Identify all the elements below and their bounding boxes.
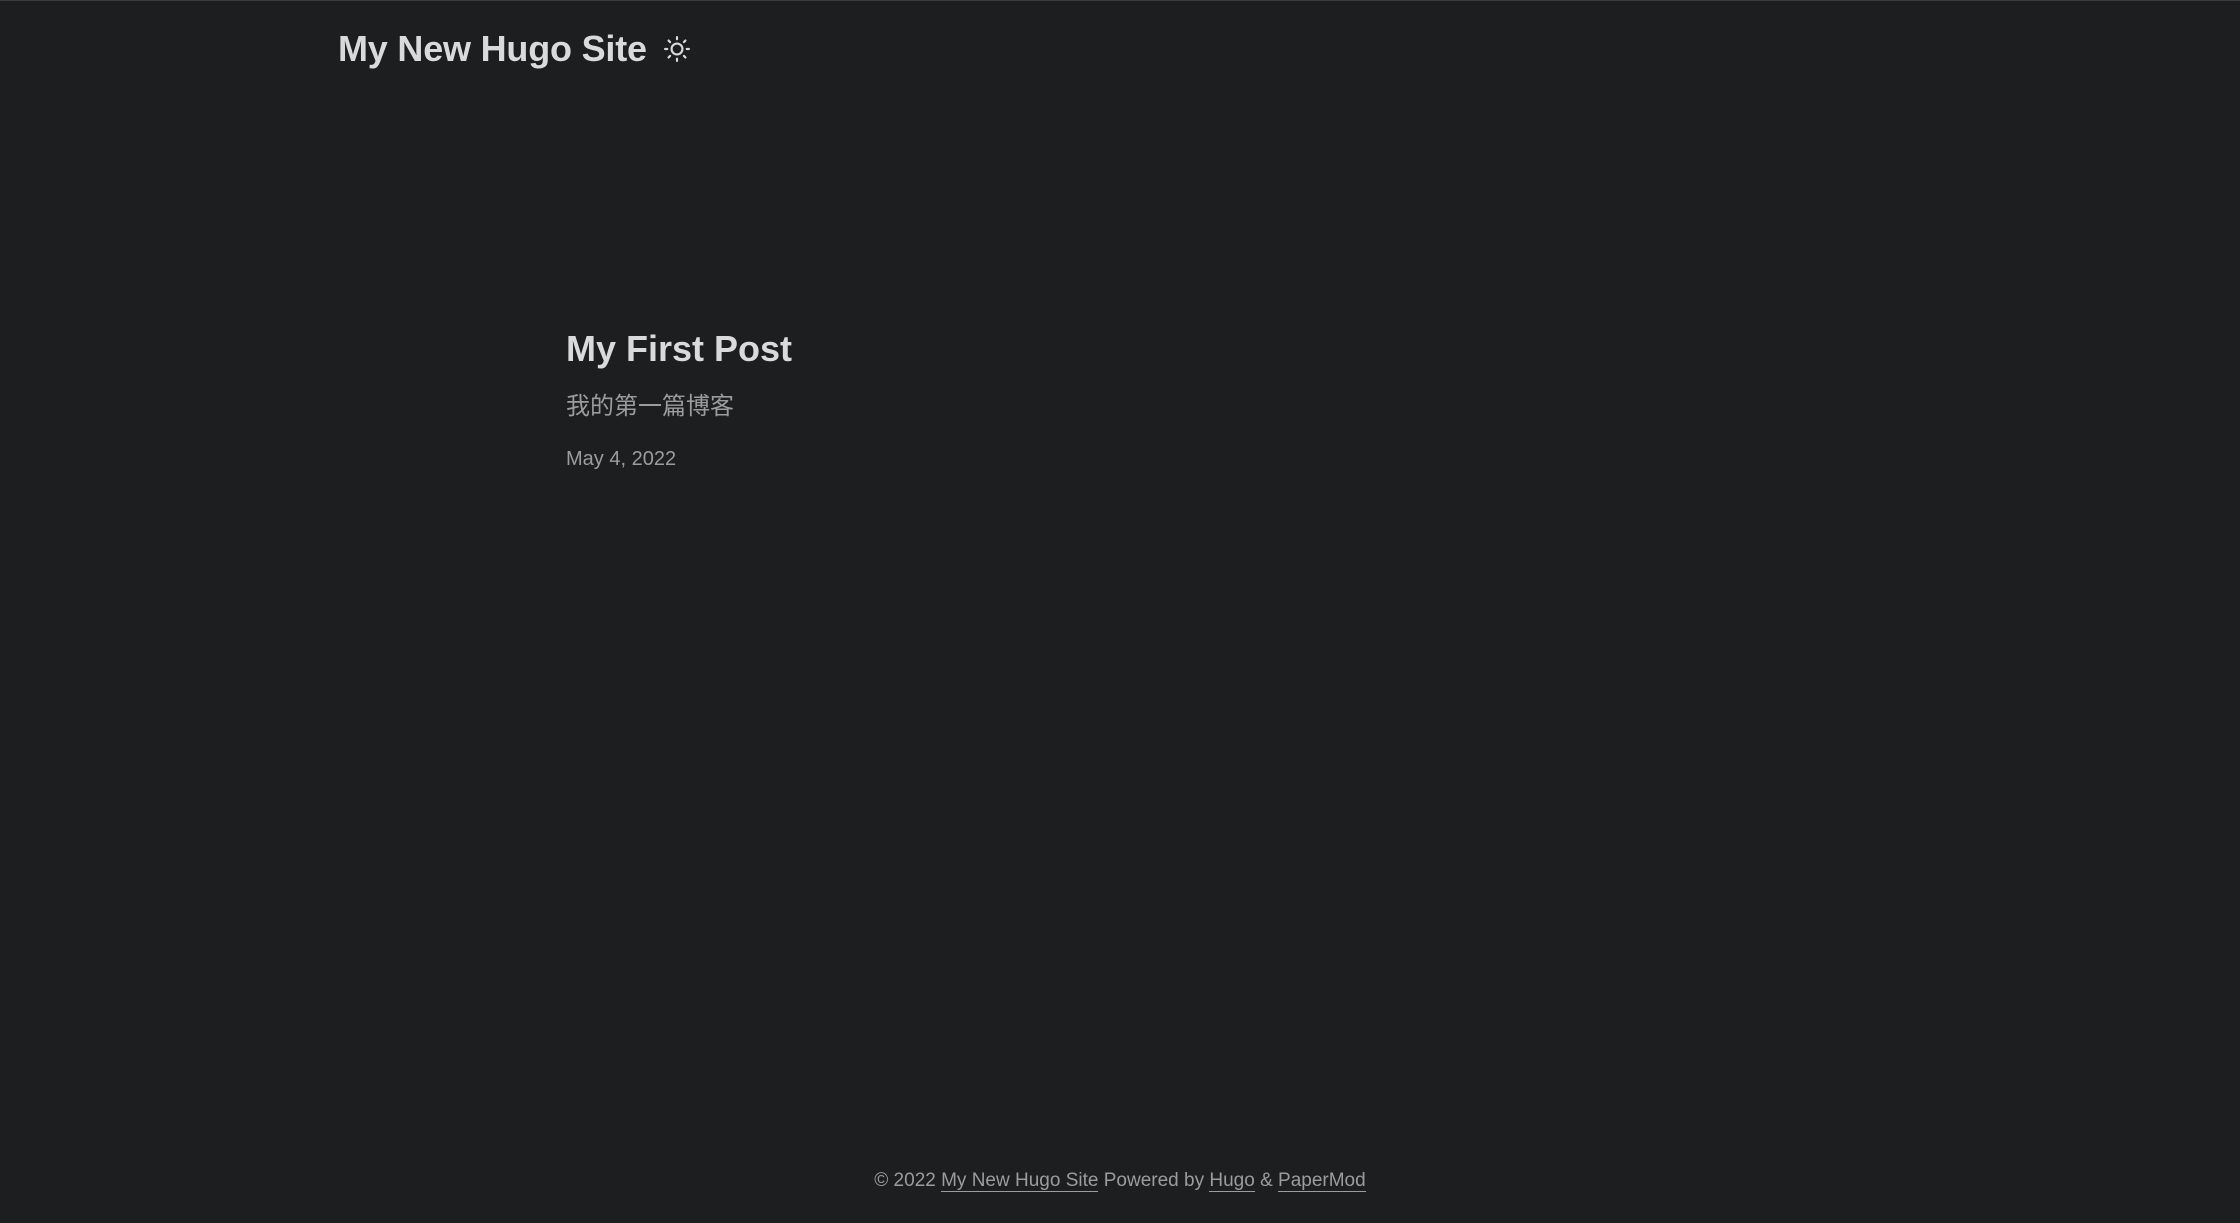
post-date: May 4, 2022 bbox=[566, 448, 677, 470]
post-summary: 我的第一篇博客 bbox=[566, 392, 734, 420]
theme-toggle-button[interactable] bbox=[661, 33, 693, 65]
footer-ampersand: & bbox=[1260, 1170, 1273, 1191]
sun-icon bbox=[663, 36, 690, 62]
site-footer: © 2022 My New Hugo Site Powered by Hugo … bbox=[0, 1167, 2240, 1195]
post-title[interactable]: My First Post bbox=[566, 323, 1366, 375]
page: My New Hugo Site My First Post 我的第一篇博客 M… bbox=[0, 0, 2240, 1223]
footer-copyright: © 2022 bbox=[874, 1170, 936, 1191]
footer-powered-by: Powered by bbox=[1103, 1170, 1205, 1191]
post-entry[interactable]: My First Post 我的第一篇博客 May 4, 2022 bbox=[566, 323, 1366, 473]
site-header: My New Hugo Site bbox=[338, 25, 693, 73]
footer-site-link[interactable]: My New Hugo Site bbox=[941, 1170, 1099, 1192]
footer-papermod-link[interactable]: PaperMod bbox=[1278, 1170, 1366, 1192]
site-title-link[interactable]: My New Hugo Site bbox=[338, 28, 647, 70]
footer-hugo-link[interactable]: Hugo bbox=[1209, 1170, 1255, 1192]
